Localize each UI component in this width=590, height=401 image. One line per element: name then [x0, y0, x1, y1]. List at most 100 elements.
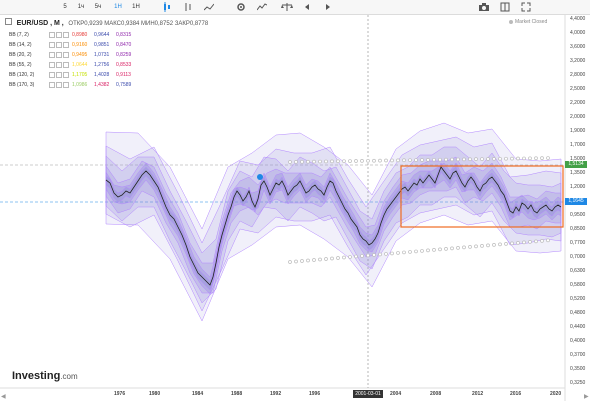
x-tick-label: 1980	[149, 391, 161, 397]
y-tick-label: 0,7700	[570, 240, 586, 246]
indicator-row[interactable]: BB (7, 2) 0,8980 0,9644 0,8315	[9, 31, 136, 40]
settings-icon[interactable]	[236, 2, 246, 12]
indicator-settings-icon[interactable]	[49, 31, 55, 38]
indicator-row[interactable]: BB (14, 2) 0,9160 0,9851 0,8470	[9, 41, 136, 50]
lower-envelope-marker	[306, 258, 310, 263]
indicator-visibility-icon[interactable]	[56, 61, 62, 68]
bar-chart-icon[interactable]	[183, 2, 193, 12]
candlestick-icon[interactable]	[162, 2, 172, 12]
lower-envelope-marker	[522, 240, 526, 245]
y-tick-label: 0,4800	[570, 310, 586, 316]
event-marker	[257, 174, 263, 180]
upper-envelope-marker	[408, 158, 412, 163]
upper-envelope-marker	[330, 159, 334, 164]
upper-envelope-marker	[516, 156, 520, 161]
indicator-visibility-icon[interactable]	[56, 71, 62, 78]
interval-1h-button[interactable]: 1ч	[76, 2, 86, 12]
lower-envelope-marker	[474, 244, 478, 249]
x-tick-label: 1984	[192, 391, 204, 397]
indicator-settings-icon[interactable]	[49, 61, 55, 68]
line-chart-icon[interactable]	[204, 2, 214, 12]
y-tick-label: 0,3700	[570, 352, 586, 358]
y-tick-label: 0,4400	[570, 324, 586, 330]
lower-envelope-marker	[534, 239, 538, 244]
indicator-visibility-icon[interactable]	[56, 41, 62, 48]
indicator-remove-icon[interactable]	[63, 71, 69, 78]
indicator-settings-icon[interactable]	[49, 41, 55, 48]
indicator-remove-icon[interactable]	[63, 51, 69, 58]
lower-envelope-marker	[372, 253, 376, 257]
status-dot-icon	[509, 19, 513, 24]
indicator-remove-icon[interactable]	[63, 41, 69, 48]
indicator-settings-icon[interactable]	[49, 71, 55, 78]
symbol-name: EUR/USD , M ,	[16, 20, 64, 27]
lower-envelope-marker	[360, 254, 364, 258]
indicator-visibility-icon[interactable]	[56, 51, 62, 58]
lower-envelope-marker	[378, 252, 382, 257]
lower-envelope-marker	[462, 245, 466, 250]
upper-envelope-marker	[366, 158, 370, 163]
lower-envelope-marker	[384, 252, 388, 256]
interval-5h-button[interactable]: 5ч	[93, 2, 103, 12]
indicator-row[interactable]: BB (55, 2) 1,0644 1,2756 0,8533	[9, 61, 136, 70]
upper-envelope-marker	[390, 158, 394, 163]
upper-envelope-marker	[468, 157, 472, 162]
scroll-right-icon[interactable]: ▶	[584, 394, 589, 400]
lower-envelope-marker	[402, 250, 406, 255]
upper-envelope-marker	[354, 159, 358, 163]
interval-5-button[interactable]: 5	[60, 2, 70, 12]
indicator-value: 0,8533	[116, 62, 132, 68]
indicator-visibility-icon[interactable]	[56, 81, 62, 88]
y-tick-label: 4,4000	[570, 16, 586, 22]
indicator-remove-icon[interactable]	[63, 31, 69, 38]
y-tick-label: 2,0000	[570, 114, 586, 120]
lower-envelope-marker	[498, 242, 502, 247]
indicator-row[interactable]: BB (170, 3) 1,0986 1,4382 0,7589	[9, 81, 136, 90]
upper-envelope-marker	[414, 158, 418, 162]
market-status-label: Market Closed	[515, 19, 548, 25]
upper-envelope-marker	[534, 156, 538, 161]
indicator-remove-icon[interactable]	[63, 81, 69, 88]
indicator-icon[interactable]	[257, 2, 267, 12]
x-tick-label: 1988	[231, 391, 243, 397]
upper-envelope-marker	[318, 159, 322, 164]
upper-envelope-marker	[342, 159, 346, 164]
lower-envelope-marker	[438, 247, 442, 252]
y-tick-label: 1,2000	[570, 184, 586, 190]
interval-1w-button[interactable]: 1Н	[112, 2, 124, 12]
indicator-settings-icon[interactable]	[49, 81, 55, 88]
lower-envelope-marker	[528, 239, 532, 244]
indicator-label: BB (120, 2)	[9, 72, 35, 78]
indicator-visibility-icon[interactable]	[56, 31, 62, 38]
upper-envelope-marker	[348, 159, 352, 163]
upper-envelope-marker	[510, 156, 514, 161]
upper-envelope-marker	[546, 156, 550, 160]
upper-envelope-marker	[474, 157, 478, 162]
x-tick-label: 2008	[430, 391, 442, 397]
camera-icon[interactable]	[478, 2, 490, 12]
y-tick-label: 0,5800	[570, 282, 586, 288]
indicator-settings-icon[interactable]	[49, 51, 55, 58]
layout-icon[interactable]	[500, 2, 510, 12]
indicator-row[interactable]: BB (20, 2) 0,9495 1,0731 0,8259	[9, 51, 136, 60]
upper-envelope-marker	[324, 159, 328, 164]
balance-icon[interactable]	[281, 2, 293, 12]
indicator-label: BB (20, 2)	[9, 52, 32, 58]
lower-envelope-marker	[540, 238, 544, 243]
upper-envelope-marker	[372, 158, 376, 163]
lower-envelope-marker	[300, 259, 304, 263]
redo-icon[interactable]	[322, 2, 332, 12]
upper-envelope-marker	[462, 157, 466, 162]
interval-1m-button[interactable]: 1Н	[130, 2, 142, 12]
scroll-left-icon[interactable]: ◀	[1, 394, 6, 400]
lower-envelope-marker	[510, 241, 514, 246]
logo-brand: Investing	[12, 370, 61, 382]
undo-icon[interactable]	[303, 2, 313, 12]
collapse-toggle-icon[interactable]	[5, 18, 12, 25]
indicator-remove-icon[interactable]	[63, 61, 69, 68]
fullscreen-icon[interactable]	[521, 2, 531, 12]
upper-envelope-marker	[360, 159, 364, 163]
indicator-row[interactable]: BB (120, 2) 1,1705 1,4028 0,9113	[9, 71, 136, 80]
indicator-value: 0,9644	[94, 32, 110, 38]
x-tick-label: 1992	[270, 391, 282, 397]
